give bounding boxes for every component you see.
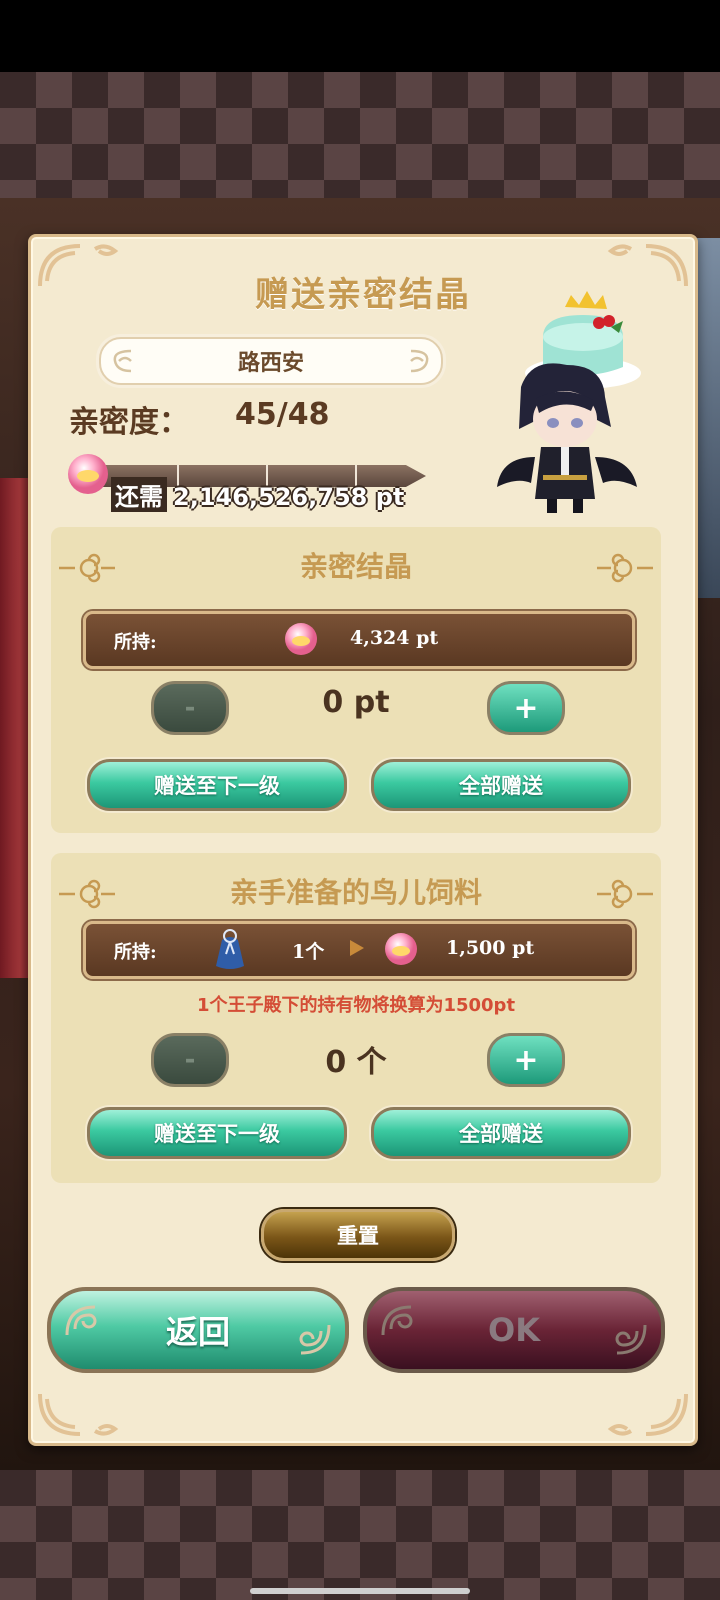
ok-button[interactable]: OK [363,1287,665,1373]
character-name: 路西安 [237,351,304,376]
gift-all-button[interactable]: 全部赠送 [371,1107,631,1159]
swirl-ornament-icon [615,1324,647,1355]
section-title: 亲手准备的鸟儿饲料 [229,876,482,909]
home-indicator[interactable] [250,1588,470,1594]
remaining-value: 2,146,526,758 pt [173,483,405,511]
holding-value: 4,324 pt [350,627,439,649]
holding-count: 1个 [292,941,325,963]
increase-button[interactable]: + [487,681,565,735]
swirl-ornament-icon [65,1305,97,1336]
swirl-ornament-icon [381,1305,413,1336]
bird-feed-section: 亲手准备的鸟儿饲料 所持: 1个 1,500 pt 1个王子殿下的持有物将换算为… [51,853,661,1183]
corner-ornament-icon [591,1389,691,1439]
holding-label: 所持: [114,632,157,653]
crystal-gem-icon [385,933,417,965]
swirl-ornament-icon [299,1324,331,1355]
corner-ornament-icon [35,1389,135,1439]
remaining-points: 还需 2,146,526,758 pt [111,477,404,512]
decrease-button[interactable]: - [151,1033,229,1087]
gift-crystal-dialog: 赠送亲密结晶 路西安 亲密度： 45/48 还需 2,146,526,758 pt [28,234,698,1446]
decrease-button[interactable]: - [151,681,229,735]
argyle-border-bottom [0,1470,720,1600]
increase-button[interactable]: + [487,1033,565,1087]
gift-to-next-level-button[interactable]: 赠送至下一级 [87,1107,347,1159]
holding-value: 1,500 pt [446,937,535,959]
ok-label: OK [488,1311,540,1349]
status-bar [0,0,720,72]
intimacy-value: 45/48 [235,397,330,432]
holding-bar: 所持: 1个 1,500 pt [83,921,635,979]
back-label: 返回 [165,1313,230,1351]
gift-all-button[interactable]: 全部赠送 [371,759,631,811]
gift-amount: 0 个 [325,1045,387,1080]
scroll-ornament-icon [113,349,132,373]
gift-to-next-level-button[interactable]: 赠送至下一级 [87,759,347,811]
argyle-border-top [0,72,720,200]
remaining-label: 还需 [111,477,167,512]
conversion-note: 1个王子殿下的持有物将换算为1500pt [196,995,516,1016]
flourish-ornament-icon [597,879,653,909]
back-button[interactable]: 返回 [47,1287,349,1373]
scroll-ornament-icon [410,349,429,373]
reset-button[interactable]: 重置 [261,1209,455,1261]
crystal-gem-icon [285,623,317,655]
arrow-right-icon [350,940,364,956]
section-title: 亲密结晶 [299,550,412,583]
intimacy-crystal-section: 亲密结晶 所持: 4,324 pt - 0 pt + 赠送至下一级 全部赠送 [51,527,661,833]
holding-label: 所持: [114,942,157,963]
holding-bar: 所持: 4,324 pt [83,611,635,669]
crystal-gem-icon [68,454,108,494]
intimacy-label: 亲密度： [69,405,189,440]
flourish-ornament-icon [597,553,653,583]
character-name-plate: 路西安 [99,337,443,385]
character-chibi-icon [497,291,641,513]
gift-amount: 0 pt [322,685,390,720]
bird-feed-bag-icon [216,929,244,969]
